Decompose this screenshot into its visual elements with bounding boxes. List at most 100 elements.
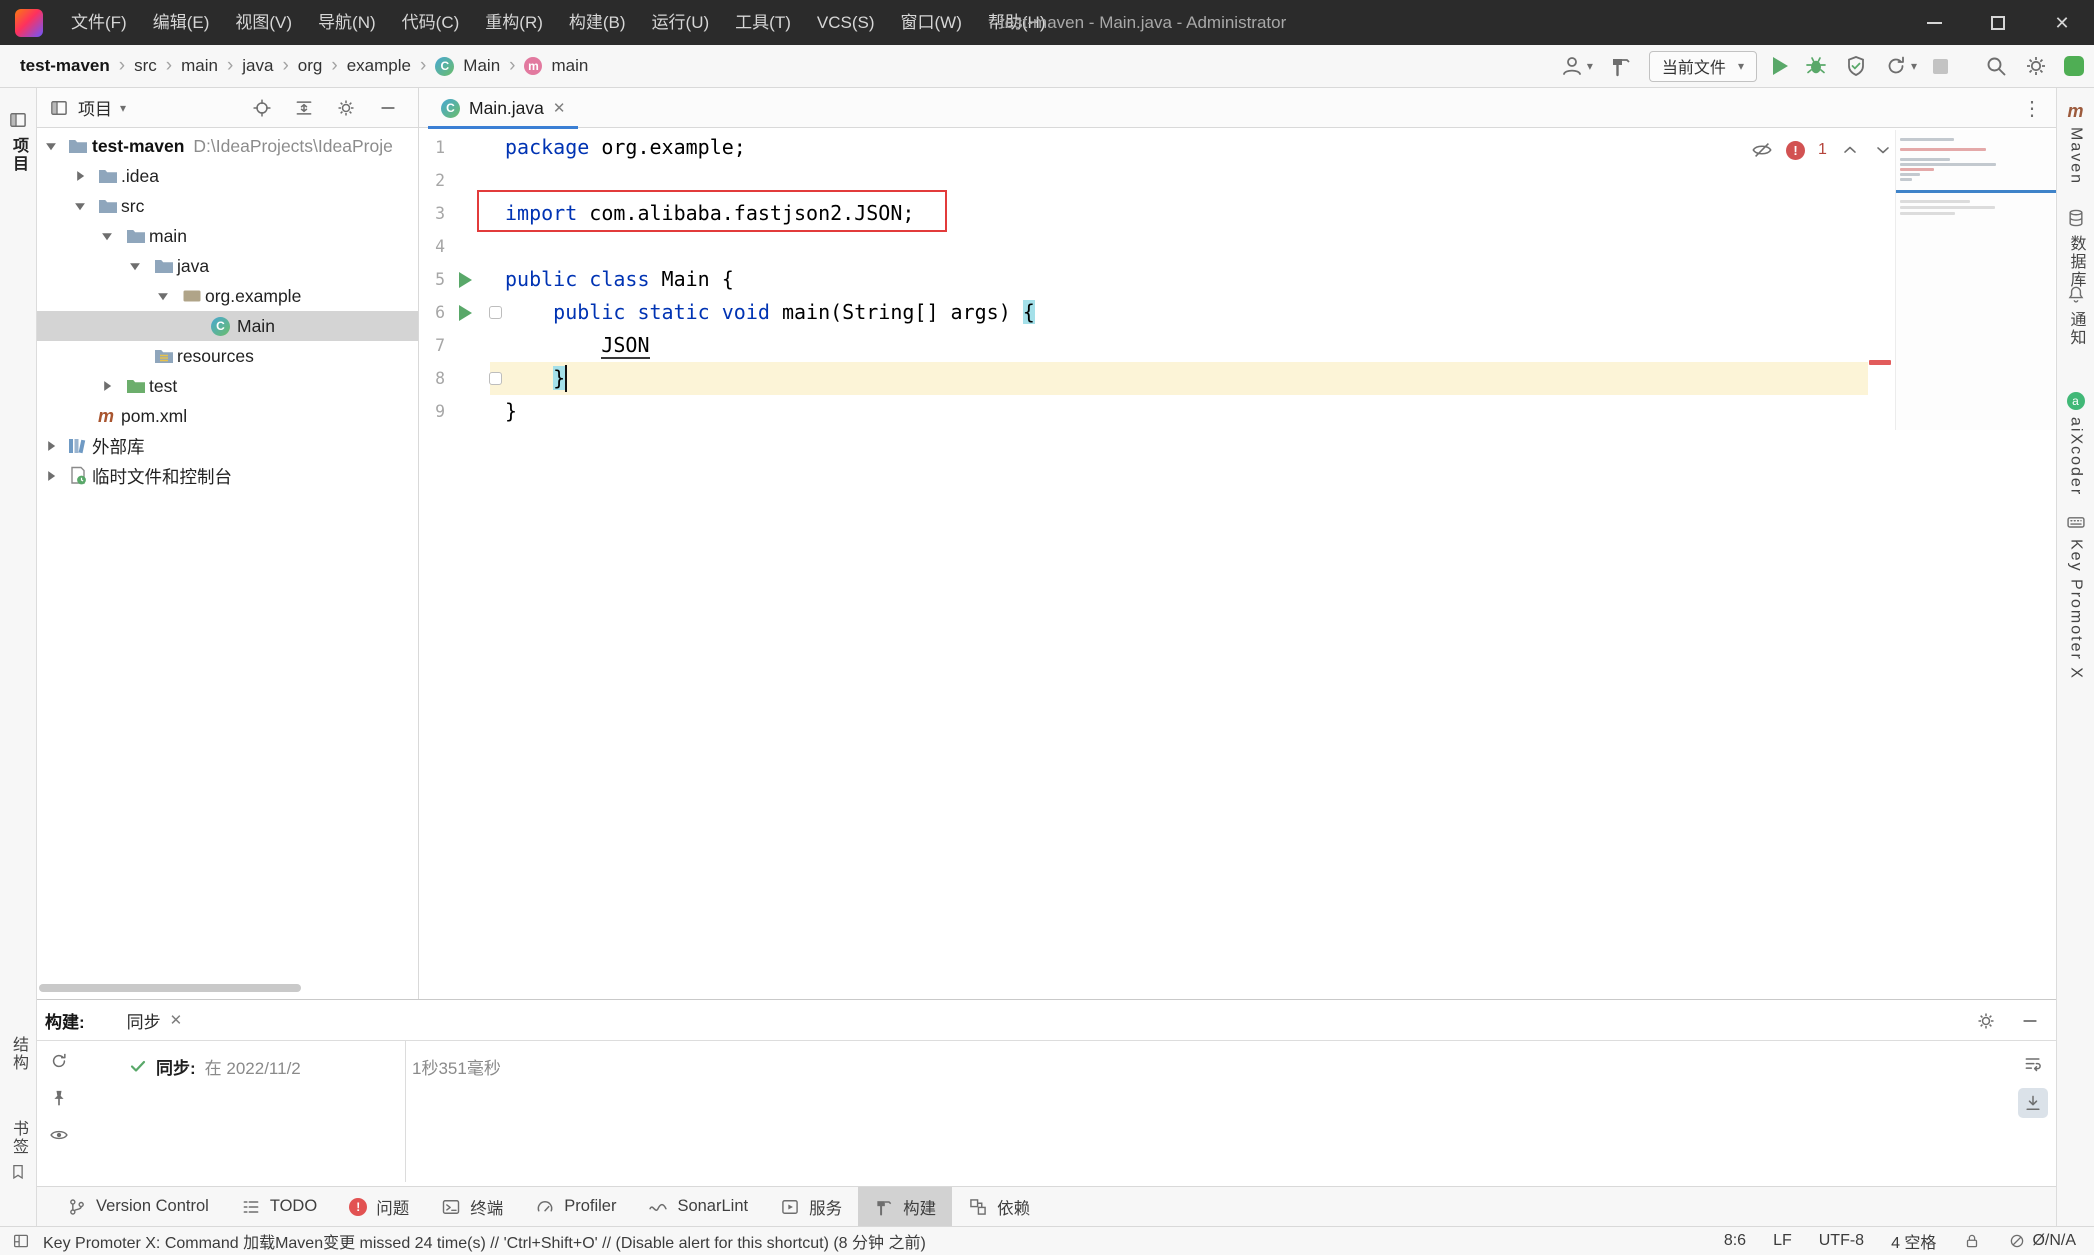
tree-item-external-libraries[interactable]: 外部库 — [37, 431, 418, 461]
code-line-current[interactable]: 8 } — [419, 362, 2056, 395]
menu-code[interactable]: 代码(C) — [389, 0, 473, 45]
chevron-expanded-icon[interactable] — [100, 229, 114, 243]
chevron-expanded-icon[interactable] — [128, 259, 142, 273]
refresh-icon[interactable] — [49, 1051, 69, 1071]
stripe-notifications-button[interactable]: 通知 — [2057, 284, 2094, 347]
fold-marker-icon[interactable] — [489, 372, 502, 385]
scroll-to-end-icon[interactable] — [2018, 1088, 2048, 1118]
breadcrumb-project[interactable]: test-maven — [20, 56, 110, 76]
stripe-project-button[interactable]: 项目 — [0, 110, 36, 173]
stop-button[interactable] — [1933, 59, 1948, 74]
tool-button-services[interactable]: 服务 — [764, 1187, 858, 1227]
breadcrumb-main-dir[interactable]: main — [181, 56, 218, 76]
build-result-row[interactable]: 同步: 在 2022/11/2 — [129, 1051, 405, 1081]
chevron-collapsed-icon[interactable] — [73, 169, 87, 183]
run-button[interactable] — [1773, 57, 1788, 75]
tree-item-resources[interactable]: resources — [37, 341, 418, 371]
next-error-icon[interactable] — [1873, 140, 1893, 160]
aixcoder-toolbar-icon[interactable] — [2064, 56, 2084, 76]
code-minimap[interactable] — [1895, 130, 2055, 430]
menu-navigate[interactable]: 导航(N) — [305, 0, 389, 45]
maximize-button[interactable] — [1966, 0, 2030, 45]
encoding-widget[interactable]: UTF-8 — [1819, 1232, 1864, 1250]
tool-button-todo[interactable]: TODO — [225, 1187, 333, 1227]
code-line[interactable]: 5 public class Main { — [419, 263, 2056, 296]
gear-icon[interactable] — [336, 98, 356, 118]
tree-item-test[interactable]: test — [37, 371, 418, 401]
code-line[interactable]: 9 } — [419, 395, 2056, 428]
debug-button[interactable] — [1804, 54, 1828, 78]
run-method-icon[interactable] — [459, 305, 472, 321]
error-stripe-mark[interactable] — [1869, 360, 1891, 365]
profile-menu-button[interactable]: ▾ — [1560, 54, 1593, 78]
chevron-expanded-icon[interactable] — [73, 199, 87, 213]
menu-vcs[interactable]: VCS(S) — [804, 0, 888, 45]
chevron-expanded-icon[interactable] — [156, 289, 170, 303]
more-tabs-icon[interactable]: ⋮ — [2022, 96, 2042, 121]
collapse-all-icon[interactable] — [294, 98, 314, 118]
build-hammer-icon[interactable] — [1609, 54, 1633, 78]
project-header-label[interactable]: 项目 — [78, 95, 112, 120]
soft-wrap-icon[interactable] — [2018, 1049, 2048, 1079]
search-everywhere-button[interactable] — [1984, 54, 2008, 78]
stripe-structure-button[interactable]: 结构 — [0, 1036, 36, 1072]
json-reference[interactable]: JSON — [601, 333, 649, 359]
settings-gear-icon[interactable] — [2024, 54, 2048, 78]
tree-item-org-example[interactable]: org.example — [37, 281, 418, 311]
tab-close-icon[interactable]: ✕ — [553, 99, 566, 117]
run-class-icon[interactable] — [459, 272, 472, 288]
menu-window[interactable]: 窗口(W) — [888, 0, 975, 45]
stripe-key-promoter-button[interactable]: Key Promoter X — [2057, 512, 2094, 680]
menu-file[interactable]: 文件(F) — [58, 0, 140, 45]
stripe-aixcoder-button[interactable]: a aiXcoder — [2057, 392, 2094, 496]
menu-tools[interactable]: 工具(T) — [722, 0, 804, 45]
lock-icon[interactable] — [1963, 1232, 1981, 1250]
code-line[interactable]: 6 public static void main(String[] args)… — [419, 296, 2056, 329]
chevron-collapsed-icon[interactable] — [44, 469, 58, 483]
tree-item-src[interactable]: src — [37, 191, 418, 221]
tree-item-scratches[interactable]: 临时文件和控制台 — [37, 461, 418, 491]
minimize-button[interactable] — [1902, 0, 1966, 45]
indent-widget[interactable]: 4 空格 — [1891, 1229, 1936, 1253]
locate-file-icon[interactable] — [252, 98, 272, 118]
breadcrumb-class-main[interactable]: Main — [463, 56, 500, 76]
tool-button-sonarlint[interactable]: SonarLint — [632, 1187, 764, 1227]
breadcrumb-src[interactable]: src — [134, 56, 157, 76]
tool-button-version-control[interactable]: Version Control — [51, 1187, 225, 1227]
aixcoder-status-widget[interactable]: Ø/N/A — [2008, 1232, 2076, 1250]
build-tab-sync[interactable]: 同步 ✕ — [127, 1008, 183, 1033]
tree-item-idea[interactable]: .idea — [37, 161, 418, 191]
code-line[interactable]: 3 import com.alibaba.fastjson2.JSON; — [419, 197, 2056, 230]
line-ending-widget[interactable]: LF — [1773, 1232, 1792, 1250]
minimap-viewport-indicator[interactable] — [1896, 190, 2056, 193]
coverage-button[interactable] — [1844, 54, 1868, 78]
menu-build[interactable]: 构建(B) — [556, 0, 639, 45]
chevron-collapsed-icon[interactable] — [100, 379, 114, 393]
highlight-level-icon[interactable] — [1751, 139, 1773, 161]
hide-panel-icon[interactable] — [2020, 1011, 2040, 1031]
panel-divider[interactable] — [418, 88, 419, 999]
code-line[interactable]: 7 JSON — [419, 329, 2056, 362]
error-count[interactable]: 1 — [1818, 141, 1827, 159]
hide-panel-icon[interactable] — [378, 98, 398, 118]
status-message-area[interactable]: Key Promoter X: Command 加载Maven变更 missed… — [12, 1229, 926, 1253]
run-config-dropdown[interactable]: 当前文件 ▾ — [1649, 51, 1757, 82]
prev-error-icon[interactable] — [1840, 140, 1860, 160]
filter-eye-icon[interactable] — [49, 1125, 69, 1145]
code-area[interactable]: 1 package org.example; 2 3 import com.al… — [419, 131, 2056, 428]
tree-item-pom-xml[interactable]: m pom.xml — [37, 401, 418, 431]
tree-item-main-class[interactable]: C Main — [37, 311, 418, 341]
menu-view[interactable]: 视图(V) — [222, 0, 305, 45]
code-line[interactable]: 2 — [419, 164, 2056, 197]
breadcrumb-org[interactable]: org — [298, 56, 323, 76]
tab-main-java[interactable]: C Main.java ✕ — [428, 88, 578, 128]
breadcrumb-example[interactable]: example — [347, 56, 411, 76]
layout-icon[interactable] — [12, 1232, 30, 1250]
tool-button-profiler[interactable]: Profiler — [519, 1187, 632, 1227]
code-editor[interactable]: 1 package org.example; 2 3 import com.al… — [419, 128, 2056, 999]
build-content-divider[interactable] — [405, 1041, 406, 1182]
menu-refactor[interactable]: 重构(R) — [472, 0, 556, 45]
gear-icon[interactable] — [1976, 1011, 1996, 1031]
fold-marker-icon[interactable] — [489, 306, 502, 319]
tree-item-main-dir[interactable]: main — [37, 221, 418, 251]
